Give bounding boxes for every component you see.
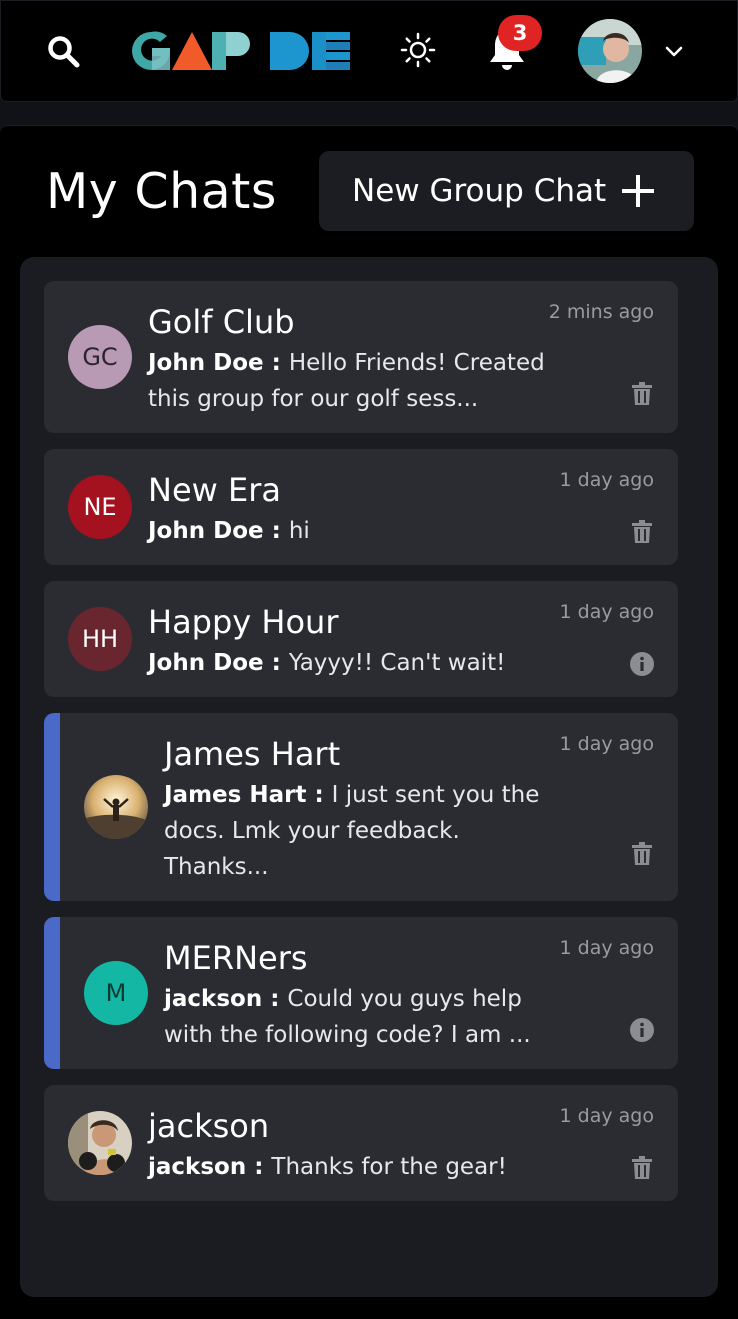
trash-icon (632, 1156, 652, 1179)
sun-icon (400, 32, 436, 68)
notification-badge: 3 (498, 15, 542, 51)
chat-last-message: John Doe : Yayyy!! Can't wait! (148, 650, 506, 676)
chat-name: Happy Hour (148, 603, 339, 641)
chat-last-message: jackson : Thanks for the gear! (148, 1154, 507, 1180)
message-text: Thanks for the gear! (271, 1154, 507, 1180)
search-icon (48, 36, 80, 68)
trash-icon (632, 520, 652, 543)
chat-last-message: James Hart : I just sent you the docs. L… (164, 782, 540, 880)
chat-info-button[interactable] (630, 651, 654, 677)
message-sender: John Doe (148, 650, 264, 676)
trash-icon (632, 382, 652, 405)
chat-avatar: M (84, 961, 148, 1025)
theme-toggle-button[interactable] (396, 28, 440, 72)
chat-last-message: jackson : Could you guys help with the f… (164, 986, 531, 1048)
chat-timestamp: 1 day ago (559, 937, 654, 959)
chat-timestamp: 1 day ago (559, 601, 654, 623)
delete-chat-button[interactable] (630, 1155, 654, 1181)
chat-avatar (68, 1111, 132, 1175)
info-icon (630, 1018, 654, 1042)
chat-avatar: NE (68, 475, 132, 539)
chat-timestamp: 1 day ago (559, 733, 654, 755)
message-text: Yayyy!! Can't wait! (288, 650, 506, 676)
user-avatar[interactable] (578, 19, 642, 83)
chat-item-merners[interactable]: M MERNers 1 day ago jackson : Could you … (44, 917, 678, 1069)
message-text: hi (288, 518, 310, 544)
delete-chat-button[interactable] (630, 519, 654, 545)
new-group-chat-button[interactable]: New Group Chat (319, 151, 694, 231)
chat-last-message: John Doe : hi (148, 518, 310, 544)
message-sender: John Doe (148, 350, 264, 376)
chat-timestamp: 2 mins ago (548, 301, 654, 323)
chat-name: jackson (148, 1107, 270, 1145)
chat-timestamp: 1 day ago (559, 469, 654, 491)
delete-chat-button[interactable] (630, 841, 654, 867)
chat-avatar: HH (68, 607, 132, 671)
message-sender: jackson (164, 986, 263, 1012)
chevron-down-icon (665, 46, 683, 57)
delete-chat-button[interactable] (630, 381, 654, 407)
message-sender: James Hart (164, 782, 307, 808)
page-title: My Chats (46, 163, 277, 220)
chat-item-jackson[interactable]: jackson 1 day ago jackson : Thanks for t… (44, 1085, 678, 1201)
user-menu-button[interactable] (660, 38, 688, 66)
chat-item-james-hart[interactable]: James Hart 1 day ago James Hart : I just… (44, 713, 678, 901)
app-logo[interactable] (130, 30, 354, 72)
message-sender: jackson (148, 1154, 247, 1180)
chat-name: Golf Club (148, 303, 295, 341)
info-icon (630, 652, 654, 676)
message-sender: John Doe (148, 518, 264, 544)
chat-avatar: GC (68, 325, 132, 389)
chat-timestamp: 1 day ago (559, 1105, 654, 1127)
plus-icon (622, 175, 655, 207)
chat-avatar (84, 775, 148, 839)
chat-item-new-era[interactable]: NE New Era 1 day ago John Doe : hi (44, 449, 678, 565)
chat-info-button[interactable] (630, 1017, 654, 1043)
new-group-chat-label: New Group Chat (352, 173, 607, 209)
chat-name: New Era (148, 471, 281, 509)
search-button[interactable] (44, 32, 84, 72)
chat-name: MERNers (164, 939, 308, 977)
chat-name: James Hart (164, 735, 341, 773)
trash-icon (632, 842, 652, 865)
chat-last-message: John Doe : Hello Friends! Created this g… (148, 350, 545, 412)
chat-item-golf-club[interactable]: GC Golf Club 2 mins ago John Doe : Hello… (44, 281, 678, 433)
chat-item-happy-hour[interactable]: HH Happy Hour 1 day ago John Doe : Yayyy… (44, 581, 678, 697)
